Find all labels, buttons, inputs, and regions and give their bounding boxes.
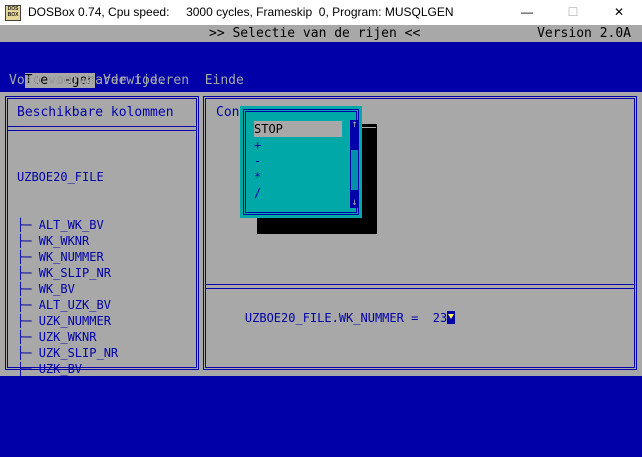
tree-branch-icon: ├─ xyxy=(17,378,39,392)
tree-branch-icon: └─ xyxy=(17,410,39,424)
tree-branch-icon: ├─ xyxy=(17,234,39,248)
column-name: WK_BV xyxy=(38,282,75,296)
column-item[interactable]: ├─ ALT_WK_BV xyxy=(17,217,133,233)
condition-expression[interactable]: UZBOE20_FILE.WK_NUMMER = 23 xyxy=(216,297,456,339)
column-name: WK_SLIP_NR xyxy=(38,266,111,280)
column-item[interactable]: ├─ UZK_NUMMER xyxy=(17,313,133,329)
tree-branch-icon: ├─ xyxy=(17,218,39,232)
close-button[interactable]: ✕ xyxy=(596,0,642,25)
operator-option-stop[interactable]: STOP xyxy=(254,121,342,137)
condition-expression-text: UZBOE20_FILE.WK_NUMMER = 23 xyxy=(244,311,448,325)
scrollbar-thumb[interactable] xyxy=(351,150,358,190)
menu-item-einde[interactable]: Einde xyxy=(205,73,244,88)
maximize-icon: ☐ xyxy=(567,5,579,19)
columns-panel-heading: Beschikbare kolommen xyxy=(17,105,174,120)
column-name: UZK_BV xyxy=(38,362,83,376)
conditions-panel-heading: Con xyxy=(216,105,240,120)
column-item[interactable]: ├─ WK_WKNR xyxy=(17,233,133,249)
minimize-button[interactable]: — xyxy=(504,0,550,25)
tree-branch-icon: ├─ xyxy=(17,298,39,312)
operator-option-divide[interactable]: / xyxy=(254,185,342,201)
column-name: UZK_WKNR xyxy=(38,330,97,344)
column-item[interactable]: ├─ UZK_BV xyxy=(17,361,133,377)
minimize-icon: — xyxy=(521,5,533,19)
column-item[interactable]: ├─ WK_BV xyxy=(17,281,133,297)
tree-branch-icon: ├─ xyxy=(17,330,39,344)
column-name: PER_DATUM_TM xyxy=(38,394,126,408)
columns-heading-divider xyxy=(8,126,196,131)
tree-branch-icon: ├─ xyxy=(17,266,39,280)
column-name: WK_NUMMER xyxy=(38,250,104,264)
conditions-divider xyxy=(206,284,634,289)
tree-branch-icon: ├─ xyxy=(17,346,39,360)
column-name: WK_WKNR xyxy=(38,234,90,248)
column-item[interactable]: └─ VERW_DATUM xyxy=(17,409,133,425)
dos-header-bar: >> Selectie van de rijen << Version 2.0A xyxy=(0,25,642,42)
operator-popup: STOP + - * / ↑ ↓ xyxy=(240,106,362,218)
column-item[interactable]: ├─ PER_DATUM_TM xyxy=(17,393,133,409)
column-item[interactable]: ├─ WK_SLIP_NR xyxy=(17,265,133,281)
window-title: DOSBox 0.74, Cpu speed: 3000 cycles, Fra… xyxy=(28,5,454,19)
tree-branch-icon: ├─ xyxy=(17,394,39,408)
popup-scrollbar[interactable]: ↑ ↓ xyxy=(350,120,359,208)
maximize-button[interactable]: ☐ xyxy=(550,0,596,25)
dosbox-app-icon: DOS BOX xyxy=(5,5,21,21)
column-name: ALT_WK_BV xyxy=(38,218,104,232)
column-item[interactable]: ├─ WK_NUMMER xyxy=(17,249,133,265)
tree-branch-icon: ├─ xyxy=(17,362,39,376)
column-item[interactable]: ├─ UZK_SLIP_NR xyxy=(17,345,133,361)
column-name: UZK_SLIP_NR xyxy=(38,346,119,360)
column-tree: UZBOE20_FILE ├─ ALT_WK_BV ├─ WK_WKNR ├─ WK… xyxy=(17,137,133,457)
text-cursor-icon xyxy=(447,311,456,324)
window-titlebar: DOS BOX DOSBox 0.74, Cpu speed: 3000 cyc… xyxy=(0,0,642,26)
operator-option-plus[interactable]: + xyxy=(254,137,342,153)
tree-branch-icon: ├─ xyxy=(17,314,39,328)
tree-branch-icon: ├─ xyxy=(17,250,39,264)
table-name[interactable]: UZBOE20_FILE xyxy=(17,169,133,185)
scroll-up-arrow-icon[interactable]: ↑ xyxy=(350,120,359,130)
column-name: ALT_UZK_BV xyxy=(38,298,111,312)
screen-title: >> Selectie van de rijen << xyxy=(209,26,421,41)
version-label: Version 2.0A xyxy=(537,26,631,41)
close-icon: ✕ xyxy=(613,5,625,19)
column-item[interactable]: ├─ ALT_UZK_BV xyxy=(17,297,133,313)
scroll-down-arrow-icon[interactable]: ↓ xyxy=(350,198,359,208)
column-name: PER_DATUM_VAN xyxy=(38,378,133,392)
operator-option-minus[interactable]: - xyxy=(254,153,342,169)
column-list: ├─ ALT_WK_BV ├─ WK_WKNR ├─ WK_NUMMER ├─ WK_… xyxy=(17,217,133,425)
popup-connector xyxy=(360,127,376,128)
operator-option-multiply[interactable]: * xyxy=(254,169,342,185)
column-item[interactable]: ├─ UZK_WKNR xyxy=(17,329,133,345)
column-name: UZK_NUMMER xyxy=(38,314,111,328)
column-name: VERW_DATUM xyxy=(38,410,111,424)
column-item[interactable]: ├─ PER_DATUM_VAN xyxy=(17,377,133,393)
tree-branch-icon: ├─ xyxy=(17,282,39,296)
menu-hint: Voeg voorwaarde toe. xyxy=(9,73,166,88)
